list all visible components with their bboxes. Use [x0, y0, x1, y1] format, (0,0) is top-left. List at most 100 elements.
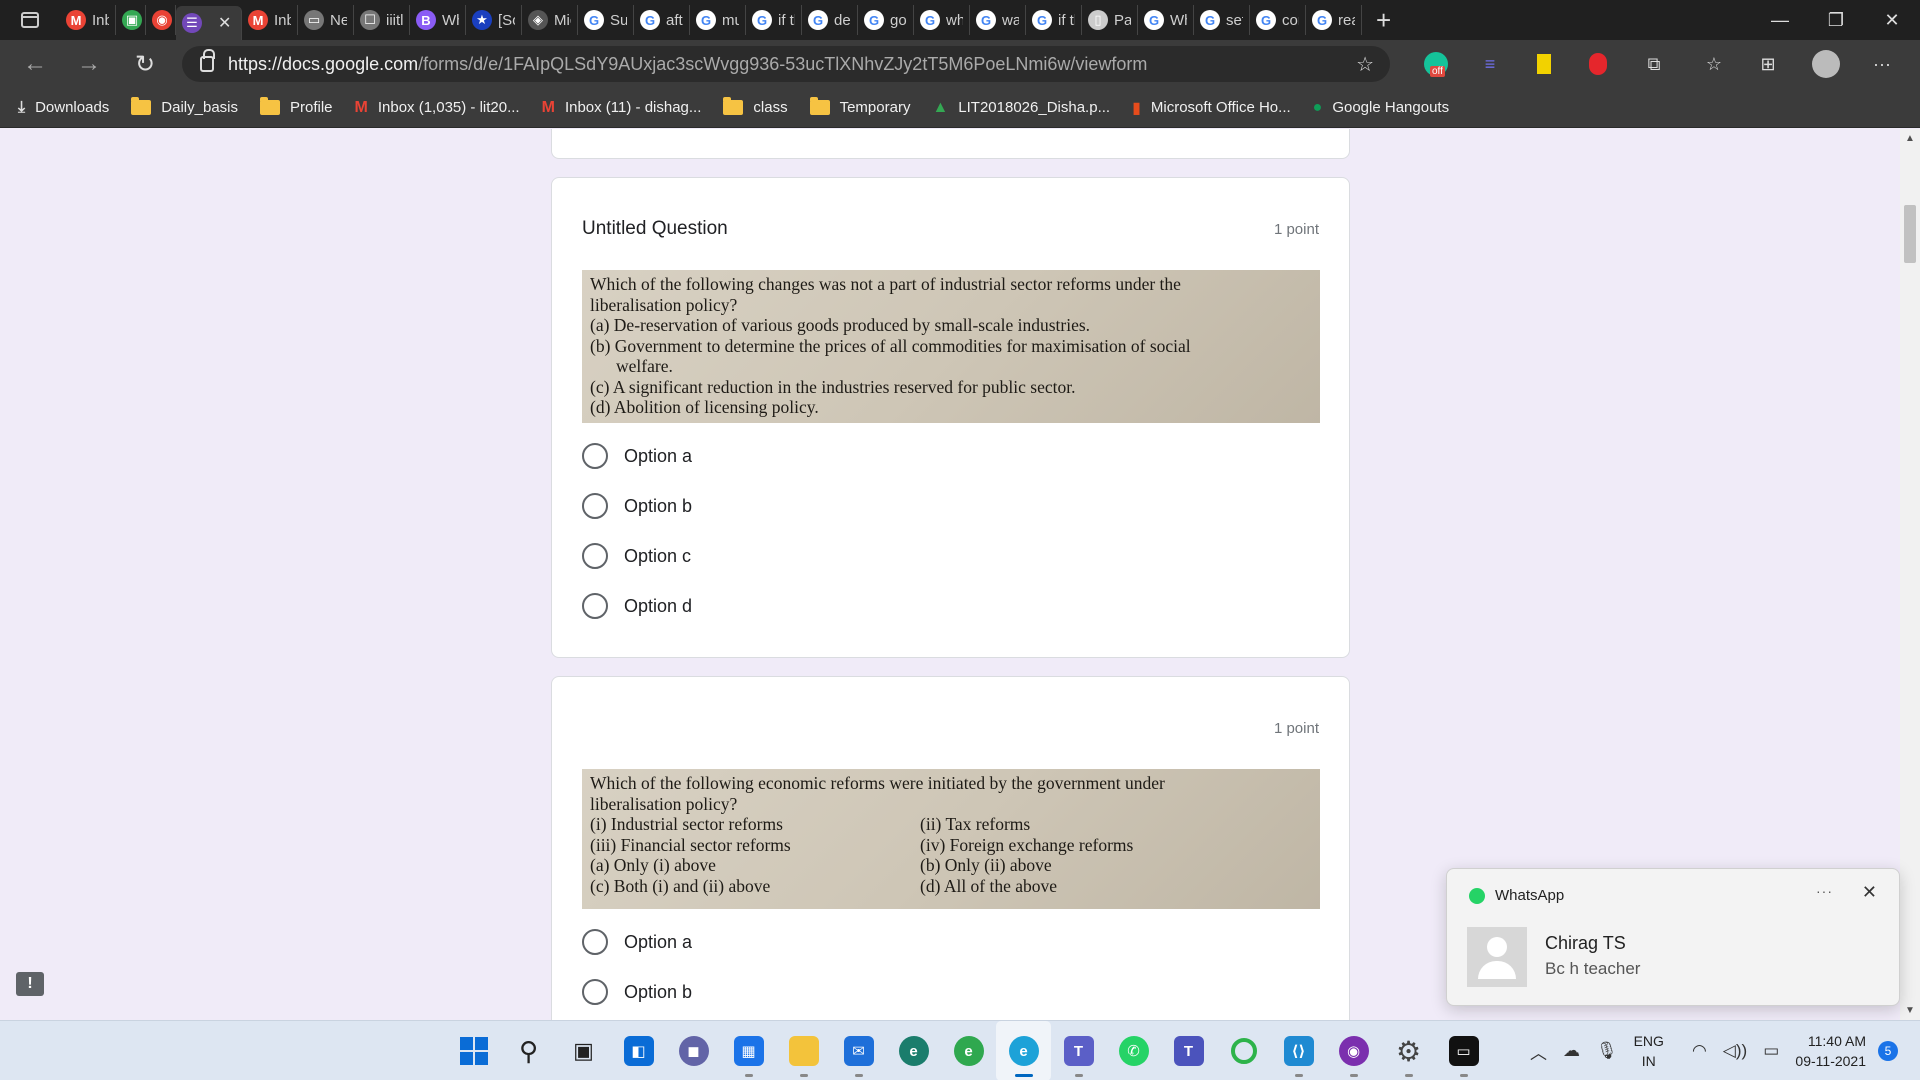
mail-app[interactable]: ✉ — [831, 1021, 886, 1080]
chat-button[interactable]: ◼ — [666, 1021, 721, 1080]
favorites-icon[interactable]: ☆ — [1700, 50, 1728, 78]
terminal-app[interactable]: ▭ — [1436, 1021, 1491, 1080]
browser-tab[interactable]: ▣ — [116, 5, 146, 35]
minimize-button[interactable]: — — [1752, 0, 1808, 40]
bookmark-item[interactable]: Daily_basis — [131, 97, 238, 116]
file-explorer-app[interactable] — [776, 1021, 831, 1080]
onedrive-icon[interactable]: ☁ — [1563, 1041, 1580, 1061]
grammarly-extension-icon[interactable]: off — [1422, 50, 1450, 78]
option-d[interactable]: Option d — [582, 581, 692, 631]
microphone-icon[interactable]: 🎙 — [1596, 1041, 1618, 1061]
start-button[interactable] — [446, 1021, 501, 1080]
browser-tab[interactable]: Gif tl — [746, 5, 802, 35]
browser-tab[interactable]: M Inb — [242, 5, 298, 35]
browser-tab[interactable]: G Wh — [1138, 5, 1194, 35]
settings-app[interactable]: ⚙ — [1381, 1021, 1436, 1080]
extension-bars-icon[interactable]: ≡ — [1476, 50, 1504, 78]
option-b[interactable]: Option b — [582, 481, 692, 531]
browser-tab[interactable]: Gder — [802, 5, 858, 35]
option-c[interactable]: Option c — [582, 531, 692, 581]
edge-app[interactable]: e — [941, 1021, 996, 1080]
radio-button[interactable] — [582, 979, 608, 1005]
notification-count-badge[interactable]: 5 — [1878, 1041, 1898, 1061]
tab-actions-button[interactable] — [0, 0, 60, 40]
volume-icon[interactable]: ◁)) — [1723, 1041, 1747, 1061]
radio-button[interactable] — [582, 929, 608, 955]
browser-tab[interactable]: G Sun — [578, 5, 634, 35]
reload-button[interactable]: ↻ — [118, 40, 172, 88]
radio-button[interactable] — [582, 493, 608, 519]
back-button[interactable]: ← — [8, 40, 62, 88]
close-icon[interactable]: ✕ — [1862, 882, 1877, 903]
whatsapp-app[interactable]: ✆ — [1106, 1021, 1161, 1080]
browser-tab[interactable]: Gset — [1194, 5, 1250, 35]
browser-tab[interactable]: ◉ — [146, 5, 176, 35]
radio-button[interactable] — [582, 443, 608, 469]
browser-tab[interactable]: ☰ ✕ — [176, 6, 242, 40]
browser-tab[interactable]: M Inb — [60, 5, 116, 35]
more-options-icon[interactable]: ··· — [1816, 883, 1833, 899]
browser-tab[interactable]: B Wh — [410, 5, 466, 35]
add-favorite-icon[interactable]: ☆ — [1356, 52, 1374, 77]
close-tab-icon[interactable]: ✕ — [218, 13, 231, 33]
teams-work-app[interactable]: T — [1161, 1021, 1216, 1080]
bookmark-item[interactable]: Profile — [260, 97, 333, 116]
browser-tab[interactable]: ◈ Mic — [522, 5, 578, 35]
report-feedback-icon[interactable]: ! — [16, 972, 44, 996]
github-desktop-app[interactable]: ◉ — [1326, 1021, 1381, 1080]
loading-app[interactable] — [1216, 1021, 1271, 1080]
edge-dev-app[interactable]: e — [996, 1021, 1051, 1080]
close-window-button[interactable]: ✕ — [1864, 0, 1920, 40]
calendar-app[interactable]: ▦ — [721, 1021, 776, 1080]
scrollbar-thumb[interactable] — [1904, 205, 1916, 263]
browser-tab[interactable]: Gif tl — [1026, 5, 1082, 35]
widgets-button[interactable]: ◧ — [611, 1021, 666, 1080]
bookmark-item[interactable]: ▮ Microsoft Office Ho... — [1132, 98, 1291, 118]
bookmark-item[interactable]: ⤓ Downloads — [18, 99, 109, 117]
scroll-down-arrow-icon[interactable]: ▼ — [1905, 1005, 1915, 1016]
bookmark-item[interactable]: M Inbox (11) - dishag... — [542, 99, 702, 117]
collections-icon[interactable]: ⊞ — [1754, 50, 1782, 78]
browser-tab[interactable]: ★ [Sol — [466, 5, 522, 35]
bookmark-item[interactable]: ● Google Hangouts — [1313, 99, 1449, 117]
bookmark-item[interactable]: Temporary — [809, 97, 910, 116]
address-bar[interactable]: https://docs.google.com/forms/d/e/1FAIpQ… — [182, 46, 1390, 82]
radio-button[interactable] — [582, 543, 608, 569]
battery-icon[interactable]: ▭ — [1763, 1041, 1779, 1061]
task-view-button[interactable]: ▣ — [556, 1021, 611, 1080]
page-scrollbar[interactable]: ▲ ▼ — [1900, 129, 1920, 1020]
language-indicator[interactable]: ENG IN — [1634, 1031, 1664, 1071]
extension-red-hand-icon[interactable] — [1584, 50, 1612, 78]
chevron-up-icon[interactable]: ︿ — [1530, 1039, 1547, 1064]
browser-tab[interactable]: ▭ Ne — [298, 5, 354, 35]
browser-tab[interactable]: Grea — [1306, 5, 1362, 35]
wifi-icon[interactable]: ◠ — [1692, 1041, 1707, 1061]
browser-tab[interactable]: Gwa — [970, 5, 1026, 35]
browser-tab[interactable]: Gcor — [1250, 5, 1306, 35]
browser-tab[interactable]: ▯ Pap — [1082, 5, 1138, 35]
browser-tab[interactable]: Gafte — [634, 5, 690, 35]
new-tab-button[interactable]: + — [1376, 5, 1391, 36]
settings-menu-icon[interactable]: ··· — [1868, 50, 1896, 78]
bookmark-item[interactable]: class — [723, 97, 788, 116]
forward-button[interactable]: → — [62, 40, 116, 88]
scroll-up-arrow-icon[interactable]: ▲ — [1905, 133, 1915, 144]
radio-button[interactable] — [582, 593, 608, 619]
bookmark-item[interactable]: ▲ LIT2018026_Disha.p... — [932, 99, 1110, 117]
whatsapp-notification[interactable]: WhatsApp ··· ✕ Chirag TS Bc h teacher — [1446, 868, 1900, 1006]
edge-beta-app[interactable]: e — [886, 1021, 941, 1080]
option-a[interactable]: Option a — [582, 431, 692, 481]
bookmark-item[interactable]: M Inbox (1,035) - lit20... — [355, 99, 520, 117]
browser-tab[interactable]: Gmu — [690, 5, 746, 35]
profile-avatar[interactable] — [1812, 50, 1840, 78]
restore-button[interactable]: ❐ — [1808, 0, 1864, 40]
browser-tab[interactable]: Gwh — [914, 5, 970, 35]
browser-tab[interactable]: ☐ iiitl — [354, 5, 410, 35]
browser-tab[interactable]: Ggoc — [858, 5, 914, 35]
extension-yellow-icon[interactable] — [1530, 50, 1558, 78]
clock[interactable]: 11:40 AM 09-11-2021 — [1795, 1031, 1866, 1071]
option-b[interactable]: Option b — [582, 967, 692, 1017]
extensions-puzzle-icon[interactable]: ⧉ — [1640, 50, 1668, 78]
option-a[interactable]: Option a — [582, 917, 692, 967]
search-button[interactable]: ⚲ — [501, 1021, 556, 1080]
